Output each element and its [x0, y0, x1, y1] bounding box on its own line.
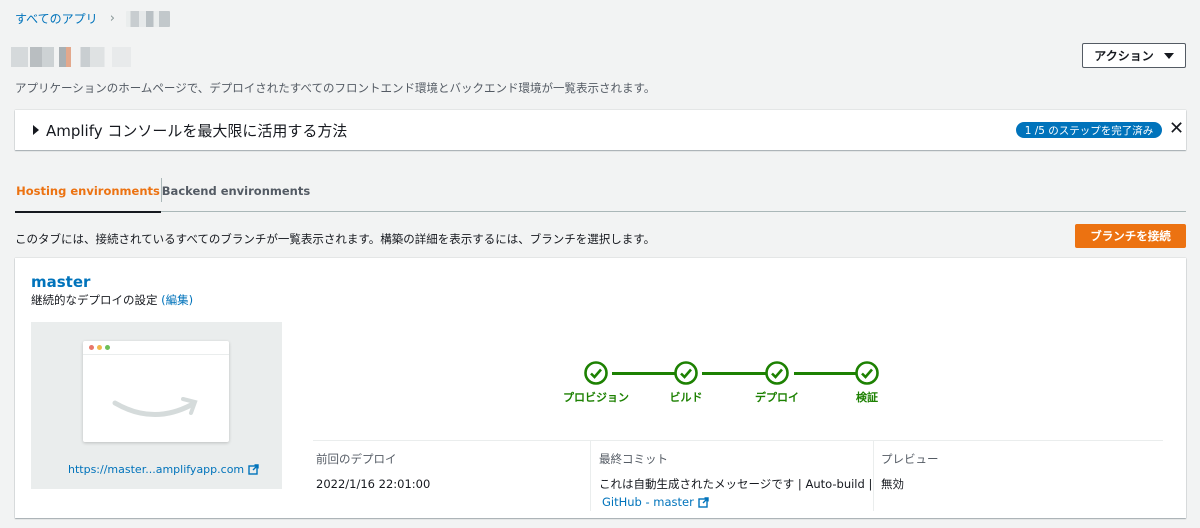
deploy-setting: 継続的なデプロイの設定 (編集) — [31, 292, 193, 308]
amazon-smile-icon — [112, 397, 198, 417]
check-circle-icon — [674, 361, 698, 385]
step-label: プロビジョン — [563, 391, 629, 404]
app-url-label: https://master...amplifyapp.com — [68, 463, 245, 476]
environment-tabs: Hosting environments Backend environment… — [15, 170, 1186, 213]
pipeline-steps: プロビジョン ビルド デプロイ 検証 — [560, 361, 890, 411]
column-divider — [590, 441, 591, 511]
step-label: ビルド — [669, 391, 703, 404]
branch-summary: 前回のデプロイ 2022/1/16 22:01:00 最終コミット これは自動生… — [313, 440, 1163, 511]
last-deploy-value: 2022/1/16 22:01:00 — [316, 477, 431, 491]
getting-started-panel: Amplify コンソールを最大限に活用する方法 1 /5 のステップを完了済み… — [15, 110, 1186, 150]
github-link-label: GitHub - master — [602, 495, 694, 509]
browser-dot-green — [105, 345, 110, 350]
github-commit-link[interactable]: GitHub - master — [602, 493, 709, 511]
last-deploy-column: 前回のデプロイ 2022/1/16 22:01:00 — [316, 441, 586, 511]
check-circle-icon — [855, 361, 879, 385]
breadcrumb-all-apps[interactable]: すべてのアプリ — [15, 10, 98, 27]
last-commit-header: 最終コミット — [599, 452, 668, 466]
step-build[interactable]: ビルド — [646, 361, 726, 405]
close-icon[interactable]: ✕ — [1169, 119, 1184, 139]
preview-value: 無効 — [881, 477, 904, 491]
progress-badge: 1 /5 のステップを完了済み — [1016, 122, 1162, 138]
step-label: デプロイ — [755, 391, 799, 404]
guide-title[interactable]: Amplify コンソールを最大限に活用する方法 — [46, 120, 347, 141]
preview-column: プレビュー 無効 — [881, 441, 1151, 511]
step-label: 検証 — [856, 391, 878, 404]
check-circle-icon — [765, 361, 789, 385]
external-link-icon — [248, 464, 259, 475]
last-commit-column: 最終コミット これは自動生成されたメッセージです | Auto-build | … — [599, 441, 879, 511]
deploy-setting-label: 継続的なデプロイの設定 — [31, 293, 158, 307]
browser-mock-image — [83, 341, 229, 442]
step-deploy[interactable]: デプロイ — [737, 361, 817, 405]
check-circle-icon — [584, 361, 608, 385]
column-divider — [873, 441, 874, 511]
breadcrumb-app-name-redacted — [125, 10, 170, 27]
caret-right-icon[interactable] — [33, 125, 39, 135]
site-preview-thumbnail[interactable]: https://master...amplifyapp.com — [31, 322, 282, 489]
edit-link[interactable]: (編集) — [161, 293, 193, 307]
tab-backend-environments[interactable]: Backend environments — [161, 170, 311, 212]
step-provision[interactable]: プロビジョン — [556, 361, 636, 405]
action-button-label: アクション — [1094, 49, 1154, 63]
page-title-redacted — [11, 47, 131, 67]
connect-branch-button[interactable]: ブランチを接続 — [1075, 224, 1186, 248]
commit-message: これは自動生成されたメッセージです | Auto-build | — [599, 477, 873, 491]
browser-dot-red — [89, 345, 94, 350]
tab-info-text: このタブには、接続されているすべてのブランチが一覧表示されます。構築の詳細を表示… — [15, 232, 656, 246]
app-url-link[interactable]: https://master...amplifyapp.com — [68, 463, 259, 476]
action-dropdown-button[interactable]: アクション — [1082, 43, 1186, 68]
caret-down-icon — [1163, 52, 1174, 59]
last-commit-value: これは自動生成されたメッセージです | Auto-build | GitHub … — [599, 475, 879, 511]
chevron-right-icon: › — [109, 11, 115, 26]
page-description: アプリケーションのホームページで、デプロイされたすべてのフロントエンド環境とバッ… — [15, 81, 656, 95]
tab-hosting-environments[interactable]: Hosting environments — [15, 170, 161, 213]
step-verify[interactable]: 検証 — [827, 361, 907, 405]
browser-dot-yellow — [97, 345, 102, 350]
breadcrumb: すべてのアプリ › — [15, 10, 170, 27]
preview-header: プレビュー — [881, 452, 939, 466]
branch-card: master 継続的なデプロイの設定 (編集) https://master..… — [15, 258, 1186, 518]
external-link-icon — [698, 496, 709, 508]
last-deploy-header: 前回のデプロイ — [316, 452, 397, 466]
branch-name-link[interactable]: master — [31, 273, 90, 291]
